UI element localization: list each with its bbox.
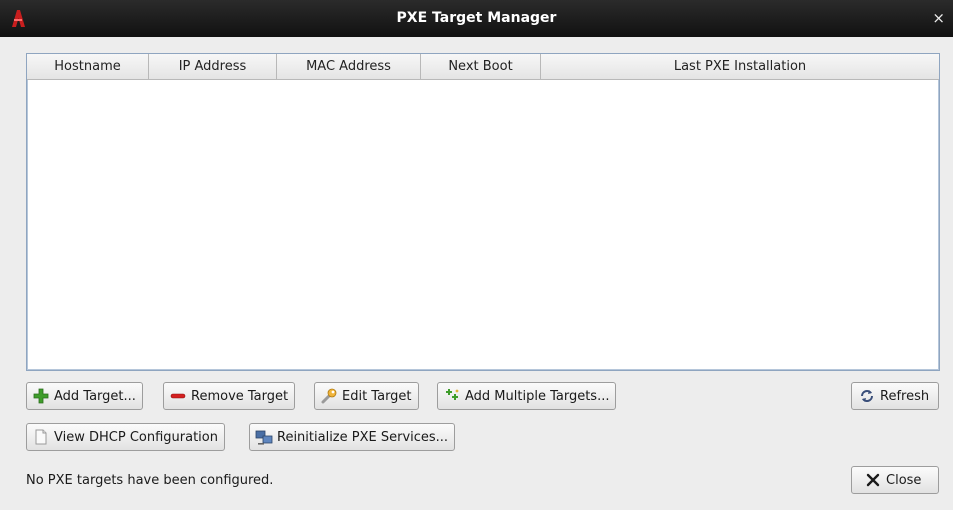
add-target-button[interactable]: Add Target...: [26, 382, 143, 410]
x-icon: [866, 473, 880, 487]
network-icon: [255, 430, 273, 445]
view-dhcp-configuration-button[interactable]: View DHCP Configuration: [26, 423, 225, 451]
close-label: Close: [886, 472, 922, 488]
window-title: PXE Target Manager: [396, 10, 557, 26]
window-close-icon[interactable]: ×: [932, 0, 945, 37]
column-mac-address[interactable]: MAC Address: [277, 54, 421, 79]
column-hostname[interactable]: Hostname: [27, 54, 149, 79]
status-message: No PXE targets have been configured.: [26, 473, 274, 488]
reinitialize-pxe-services-label: Reinitialize PXE Services...: [277, 429, 449, 445]
edit-target-button[interactable]: Edit Target: [314, 382, 419, 410]
column-ip-address[interactable]: IP Address: [149, 54, 277, 79]
multi-plus-icon: [446, 389, 459, 400]
view-dhcp-configuration-label: View DHCP Configuration: [54, 429, 218, 445]
wrench-icon: [321, 388, 337, 404]
add-multiple-targets-label: Add Multiple Targets...: [465, 388, 610, 404]
table-header: Hostname IP Address MAC Address Next Boo…: [27, 54, 939, 80]
document-icon: [35, 429, 47, 445]
green-plus-icon: [33, 388, 49, 404]
add-multiple-targets-button[interactable]: Add Multiple Targets...: [437, 382, 617, 410]
close-button[interactable]: Close: [851, 466, 939, 494]
reinitialize-pxe-services-button[interactable]: Reinitialize PXE Services...: [249, 423, 456, 451]
column-next-boot[interactable]: Next Boot: [421, 54, 541, 79]
refresh-icon: [861, 390, 873, 402]
refresh-label: Refresh: [880, 388, 930, 404]
remove-target-label: Remove Target: [191, 388, 289, 404]
remove-target-button[interactable]: Remove Target: [163, 382, 296, 410]
title-bar: PXE Target Manager ×: [0, 0, 953, 37]
column-last-pxe-installation[interactable]: Last PXE Installation: [541, 54, 939, 79]
targets-table[interactable]: Hostname IP Address MAC Address Next Boo…: [26, 53, 940, 371]
red-minus-icon: [170, 393, 186, 399]
add-target-label: Add Target...: [54, 388, 136, 404]
refresh-button[interactable]: Refresh: [851, 382, 939, 410]
edit-target-label: Edit Target: [342, 388, 412, 404]
